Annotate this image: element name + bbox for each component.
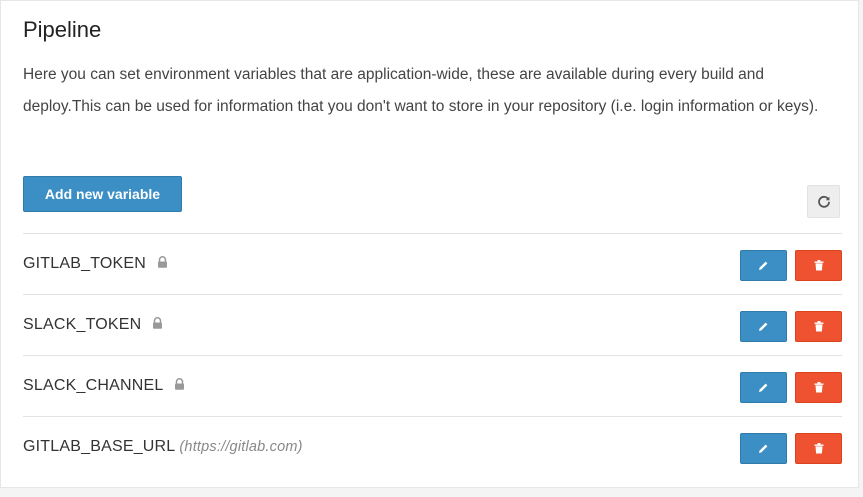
pencil-icon — [759, 322, 768, 331]
lock-icon — [153, 317, 163, 330]
page-title: Pipeline — [23, 17, 102, 42]
edit-button[interactable] — [740, 433, 787, 464]
trash-icon — [814, 260, 823, 271]
trash-icon — [814, 321, 823, 332]
edit-button[interactable] — [740, 311, 787, 342]
variable-name: GITLAB_TOKEN — [23, 255, 147, 272]
add-variable-button[interactable]: Add new variable — [23, 176, 182, 212]
delete-button[interactable] — [795, 433, 842, 464]
variable-value: (https://gitlab.com) — [179, 439, 303, 455]
refresh-icon — [817, 195, 830, 208]
refresh-button[interactable] — [807, 185, 840, 218]
lock-icon — [157, 256, 167, 269]
pencil-icon — [759, 261, 768, 270]
trash-icon — [814, 443, 823, 454]
delete-button[interactable] — [795, 311, 842, 342]
list-item: SLACK_TOKEN — [23, 294, 842, 355]
lock-icon — [174, 378, 184, 391]
edit-button[interactable] — [740, 372, 787, 403]
pencil-icon — [759, 444, 768, 453]
trash-icon — [814, 382, 823, 393]
variables-list: GITLAB_TOKEN SLACK_TOKEN SLACK_CHANNEL G… — [23, 233, 842, 477]
section-description: Here you can set environment variables t… — [23, 66, 819, 115]
pencil-icon — [759, 383, 768, 392]
variable-name: SLACK_TOKEN — [23, 316, 142, 333]
pipeline-panel: Pipeline Here you can set environment va… — [0, 0, 859, 488]
delete-button[interactable] — [795, 372, 842, 403]
edit-button[interactable] — [740, 250, 787, 281]
delete-button[interactable] — [795, 250, 842, 281]
list-item: GITLAB_TOKEN — [23, 233, 842, 294]
variable-name: GITLAB_BASE_URL — [23, 438, 176, 455]
list-item: SLACK_CHANNEL — [23, 355, 842, 416]
variable-name: SLACK_CHANNEL — [23, 377, 163, 394]
list-item: GITLAB_BASE_URL (https://gitlab.com) — [23, 416, 842, 477]
